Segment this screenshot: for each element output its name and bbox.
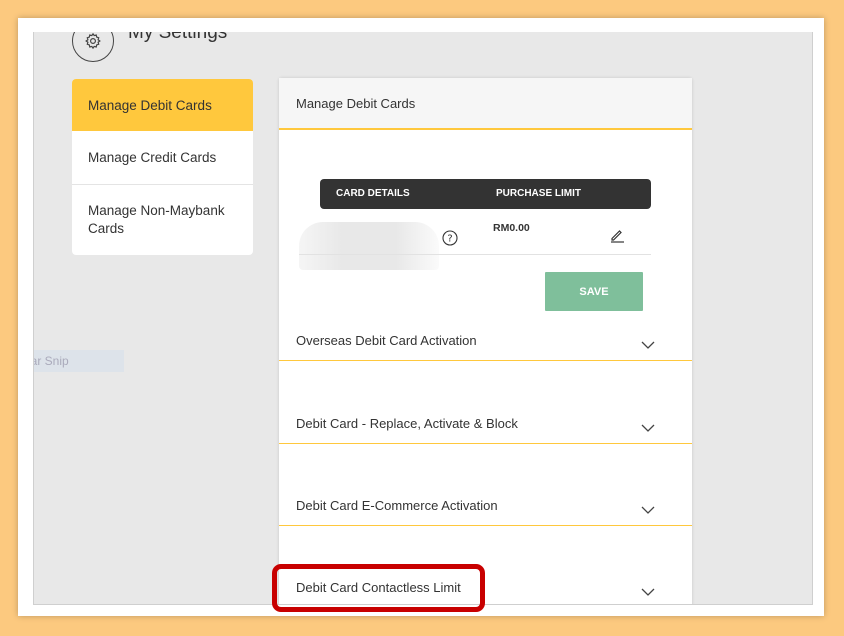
accordion-label: Debit Card E-Commerce Activation bbox=[296, 498, 498, 513]
help-icon[interactable]: ? bbox=[442, 230, 458, 251]
column-purchase-limit: PURCHASE LIMIT bbox=[496, 188, 581, 199]
accordion-label: Overseas Debit Card Activation bbox=[296, 333, 477, 348]
card-table-header: CARD DETAILS PURCHASE LIMIT bbox=[320, 179, 651, 209]
gear-icon bbox=[72, 32, 114, 62]
edit-icon[interactable] bbox=[609, 227, 625, 248]
accordion-ecommerce-activation[interactable]: Debit Card E-Commerce Activation bbox=[279, 488, 692, 526]
sidebar-item-label: Manage Non-Maybank Cards bbox=[88, 202, 225, 236]
chevron-down-icon bbox=[641, 502, 655, 517]
sidebar-item-label: Manage Credit Cards bbox=[88, 150, 217, 165]
accordion-replace-activate-block[interactable]: Debit Card - Replace, Activate & Block bbox=[279, 406, 692, 444]
sidebar-item-manage-debit-cards[interactable]: Manage Debit Cards bbox=[72, 79, 253, 131]
svg-text:?: ? bbox=[447, 234, 452, 245]
purchase-limit-value: RM0.00 bbox=[493, 222, 530, 234]
accordion-overseas-activation[interactable]: Overseas Debit Card Activation bbox=[279, 323, 692, 361]
highlight-box bbox=[272, 564, 485, 612]
save-button[interactable]: SAVE bbox=[545, 272, 643, 311]
card-image bbox=[299, 222, 439, 270]
accordion-label: Debit Card - Replace, Activate & Block bbox=[296, 416, 518, 431]
sidebar: Manage Debit Cards Manage Credit Cards M… bbox=[72, 79, 253, 255]
manage-debit-cards-panel: Manage Debit Cards CARD DETAILS PURCHASE… bbox=[279, 78, 692, 604]
sidebar-item-manage-non-maybank-cards[interactable]: Manage Non-Maybank Cards bbox=[72, 185, 253, 255]
table-row-divider bbox=[299, 254, 651, 255]
sidebar-item-manage-credit-cards[interactable]: Manage Credit Cards bbox=[72, 131, 253, 185]
chevron-down-icon bbox=[641, 420, 655, 435]
page-title: My Settings bbox=[128, 32, 228, 43]
column-card-details: CARD DETAILS bbox=[336, 188, 410, 199]
sidebar-item-label: Manage Debit Cards bbox=[88, 97, 212, 113]
snip-tool-label: lar Snip bbox=[34, 350, 124, 372]
settings-screen: My Settings Manage Debit Cards Manage Cr… bbox=[33, 32, 813, 605]
chevron-down-icon bbox=[641, 337, 655, 352]
panel-title: Manage Debit Cards bbox=[279, 78, 692, 130]
chevron-down-icon bbox=[641, 584, 655, 599]
